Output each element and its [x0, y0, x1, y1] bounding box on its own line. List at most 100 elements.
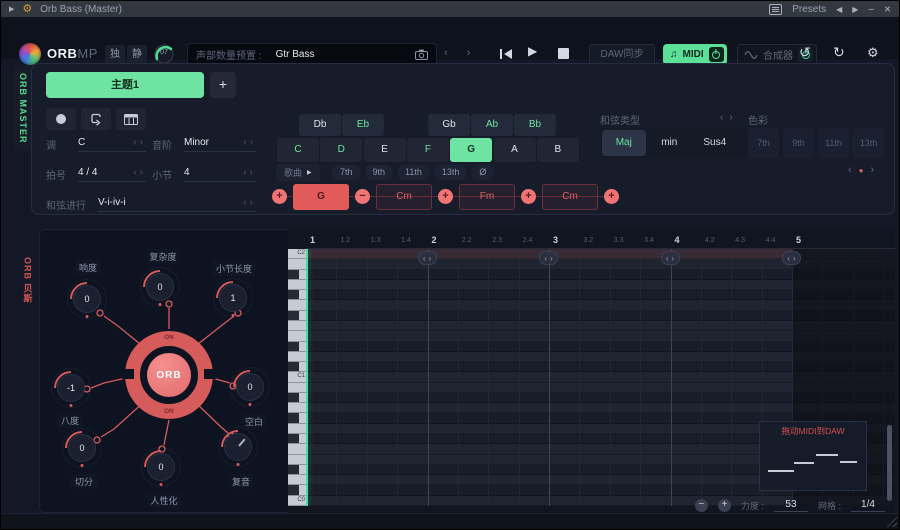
bar-handle[interactable]: ‹›	[418, 251, 437, 265]
note-key-Eb[interactable]: Eb	[342, 114, 384, 136]
color-chip-7th[interactable]: 7th	[748, 128, 779, 158]
preset-next-icon[interactable]: ▶	[852, 5, 858, 14]
piano-key[interactable]	[288, 455, 306, 465]
piano-key[interactable]	[288, 485, 306, 495]
note-key-E[interactable]: E	[364, 138, 406, 162]
resize-grip[interactable]	[884, 514, 897, 527]
chord-chip-Fm[interactable]: Fm	[459, 184, 515, 210]
piano-key[interactable]	[288, 342, 306, 352]
record-dot-button[interactable]	[46, 108, 76, 130]
ruler-tick[interactable]: 3.3	[614, 237, 624, 244]
piano-key[interactable]	[288, 259, 306, 269]
knob-3[interactable]: 1	[219, 284, 247, 312]
theme-button[interactable]: 主题1	[46, 72, 204, 98]
piano-key[interactable]	[288, 352, 306, 362]
piano-key[interactable]	[288, 300, 306, 310]
stepper-icons[interactable]: ‹›	[243, 197, 256, 208]
daw-sync-button[interactable]: DAW同步	[589, 44, 655, 65]
chord-type-Maj[interactable]: Maj	[602, 130, 646, 156]
piano-key[interactable]: C1	[288, 372, 306, 382]
ruler-tick[interactable]: 1	[310, 235, 315, 245]
stepper-icons[interactable]: ‹›	[133, 137, 146, 148]
ruler-tick[interactable]: 3.2	[583, 237, 593, 244]
ruler-tick[interactable]: 4	[675, 235, 680, 245]
piano-key[interactable]	[288, 290, 306, 300]
color-chip-11th[interactable]: 11th	[818, 128, 849, 158]
piano-key[interactable]	[288, 311, 306, 321]
stop-button[interactable]	[558, 48, 569, 59]
playhead[interactable]	[306, 249, 308, 506]
vertical-scrollbar[interactable]	[887, 425, 892, 501]
midi-toggle[interactable]: ♫ MIDI	[663, 44, 727, 65]
timeline-ruler[interactable]: 11.21.31.422.22.32.433.23.33.444.24.34.4…	[306, 233, 895, 249]
extension-chip-Ø[interactable]: Ø	[471, 165, 494, 180]
settings-gear-icon[interactable]: ⚙	[867, 45, 879, 61]
scale-field[interactable]: 音阶 Minor‹›	[152, 134, 256, 152]
piano-key[interactable]	[288, 321, 306, 331]
piano-key[interactable]: C0	[288, 496, 306, 506]
ruler-tick[interactable]: 2.3	[492, 237, 502, 244]
tab-orb-master[interactable]: ORB MASTER	[13, 65, 33, 151]
piano-key[interactable]	[288, 403, 306, 413]
undo-button[interactable]: ↺	[799, 45, 811, 59]
preset-prev-icon[interactable]: ◀	[836, 5, 842, 14]
piano-key[interactable]	[288, 280, 306, 290]
stepper-icons[interactable]: ‹›	[243, 167, 256, 178]
extension-chip-9th[interactable]: 9th	[365, 165, 394, 180]
ruler-tick[interactable]: 4.3	[735, 237, 745, 244]
page-prev-icon[interactable]: ‹	[848, 164, 852, 176]
bars-field[interactable]: 小节 4‹›	[152, 164, 256, 182]
add-chord-button[interactable]: +	[521, 189, 536, 204]
ruler-tick[interactable]: 3.4	[644, 237, 654, 244]
note-key-Ab[interactable]: Ab	[471, 114, 513, 136]
note-key-B[interactable]: B	[537, 138, 579, 162]
chord-chip-G[interactable]: G	[293, 184, 349, 210]
regenerate-button[interactable]	[81, 108, 111, 130]
host-settings-icon[interactable]: ⚙	[22, 4, 32, 14]
chord-chip-Cm[interactable]: Cm	[542, 184, 598, 210]
extension-chip-7th[interactable]: 7th	[332, 165, 361, 180]
piano-key[interactable]	[288, 434, 306, 444]
ruler-tick[interactable]: 2	[432, 235, 437, 245]
chord-type-min[interactable]: min	[648, 130, 692, 156]
add-chord-button[interactable]: +	[272, 189, 287, 204]
snapshot-camera-icon[interactable]	[415, 49, 428, 60]
stepper-icons[interactable]: ‹›	[243, 137, 256, 148]
zoom-in-button[interactable]: +	[718, 499, 731, 512]
ruler-tick[interactable]: 3	[553, 235, 558, 245]
piano-key[interactable]	[288, 465, 306, 475]
remove-chord-button[interactable]: −	[355, 189, 370, 204]
note-key-G[interactable]: G	[450, 138, 492, 162]
timesig-field[interactable]: 拍号 4 / 4‹›	[46, 164, 146, 182]
play-button[interactable]: ▶	[528, 44, 537, 58]
preset-name-value[interactable]: Gtr Bass	[276, 49, 401, 60]
redo-button[interactable]: ↻	[833, 45, 845, 59]
piano-key[interactable]	[288, 413, 306, 423]
chord-type-Sus4[interactable]: Sus4	[693, 130, 737, 156]
tab-song[interactable]: 歌曲▶	[276, 164, 320, 181]
orb-center-button[interactable]: ORB	[147, 353, 191, 397]
bar-handle[interactable]: ‹›	[782, 251, 801, 265]
color-chip-13th[interactable]: 13th	[853, 128, 884, 158]
solo-button[interactable]: 独	[105, 45, 125, 65]
ruler-tick[interactable]: 5	[796, 235, 801, 245]
add-chord-button[interactable]: +	[604, 189, 619, 204]
piano-key[interactable]	[288, 362, 306, 372]
chord-type-steppers[interactable]: ‹›	[720, 112, 739, 123]
ruler-tick[interactable]: 4.4	[766, 237, 776, 244]
preset-list-icon[interactable]	[769, 4, 782, 15]
chord-chip-Cm[interactable]: Cm	[376, 184, 432, 210]
piano-key[interactable]	[288, 444, 306, 454]
extension-chip-13th[interactable]: 13th	[434, 165, 468, 180]
ruler-tick[interactable]: 1.4	[401, 237, 411, 244]
knob-5[interactable]: 0	[236, 373, 264, 401]
note-key-A[interactable]: A	[494, 138, 536, 162]
piano-key[interactable]: C2	[288, 249, 306, 259]
add-chord-button[interactable]: +	[438, 189, 453, 204]
grid-value[interactable]: 1/4	[851, 499, 885, 512]
color-chip-9th[interactable]: 9th	[783, 128, 814, 158]
knob-4[interactable]: -1	[57, 374, 85, 402]
host-play-icon[interactable]: ▶	[9, 5, 14, 13]
piano-key[interactable]	[288, 331, 306, 341]
note-key-F[interactable]: F	[407, 138, 449, 162]
